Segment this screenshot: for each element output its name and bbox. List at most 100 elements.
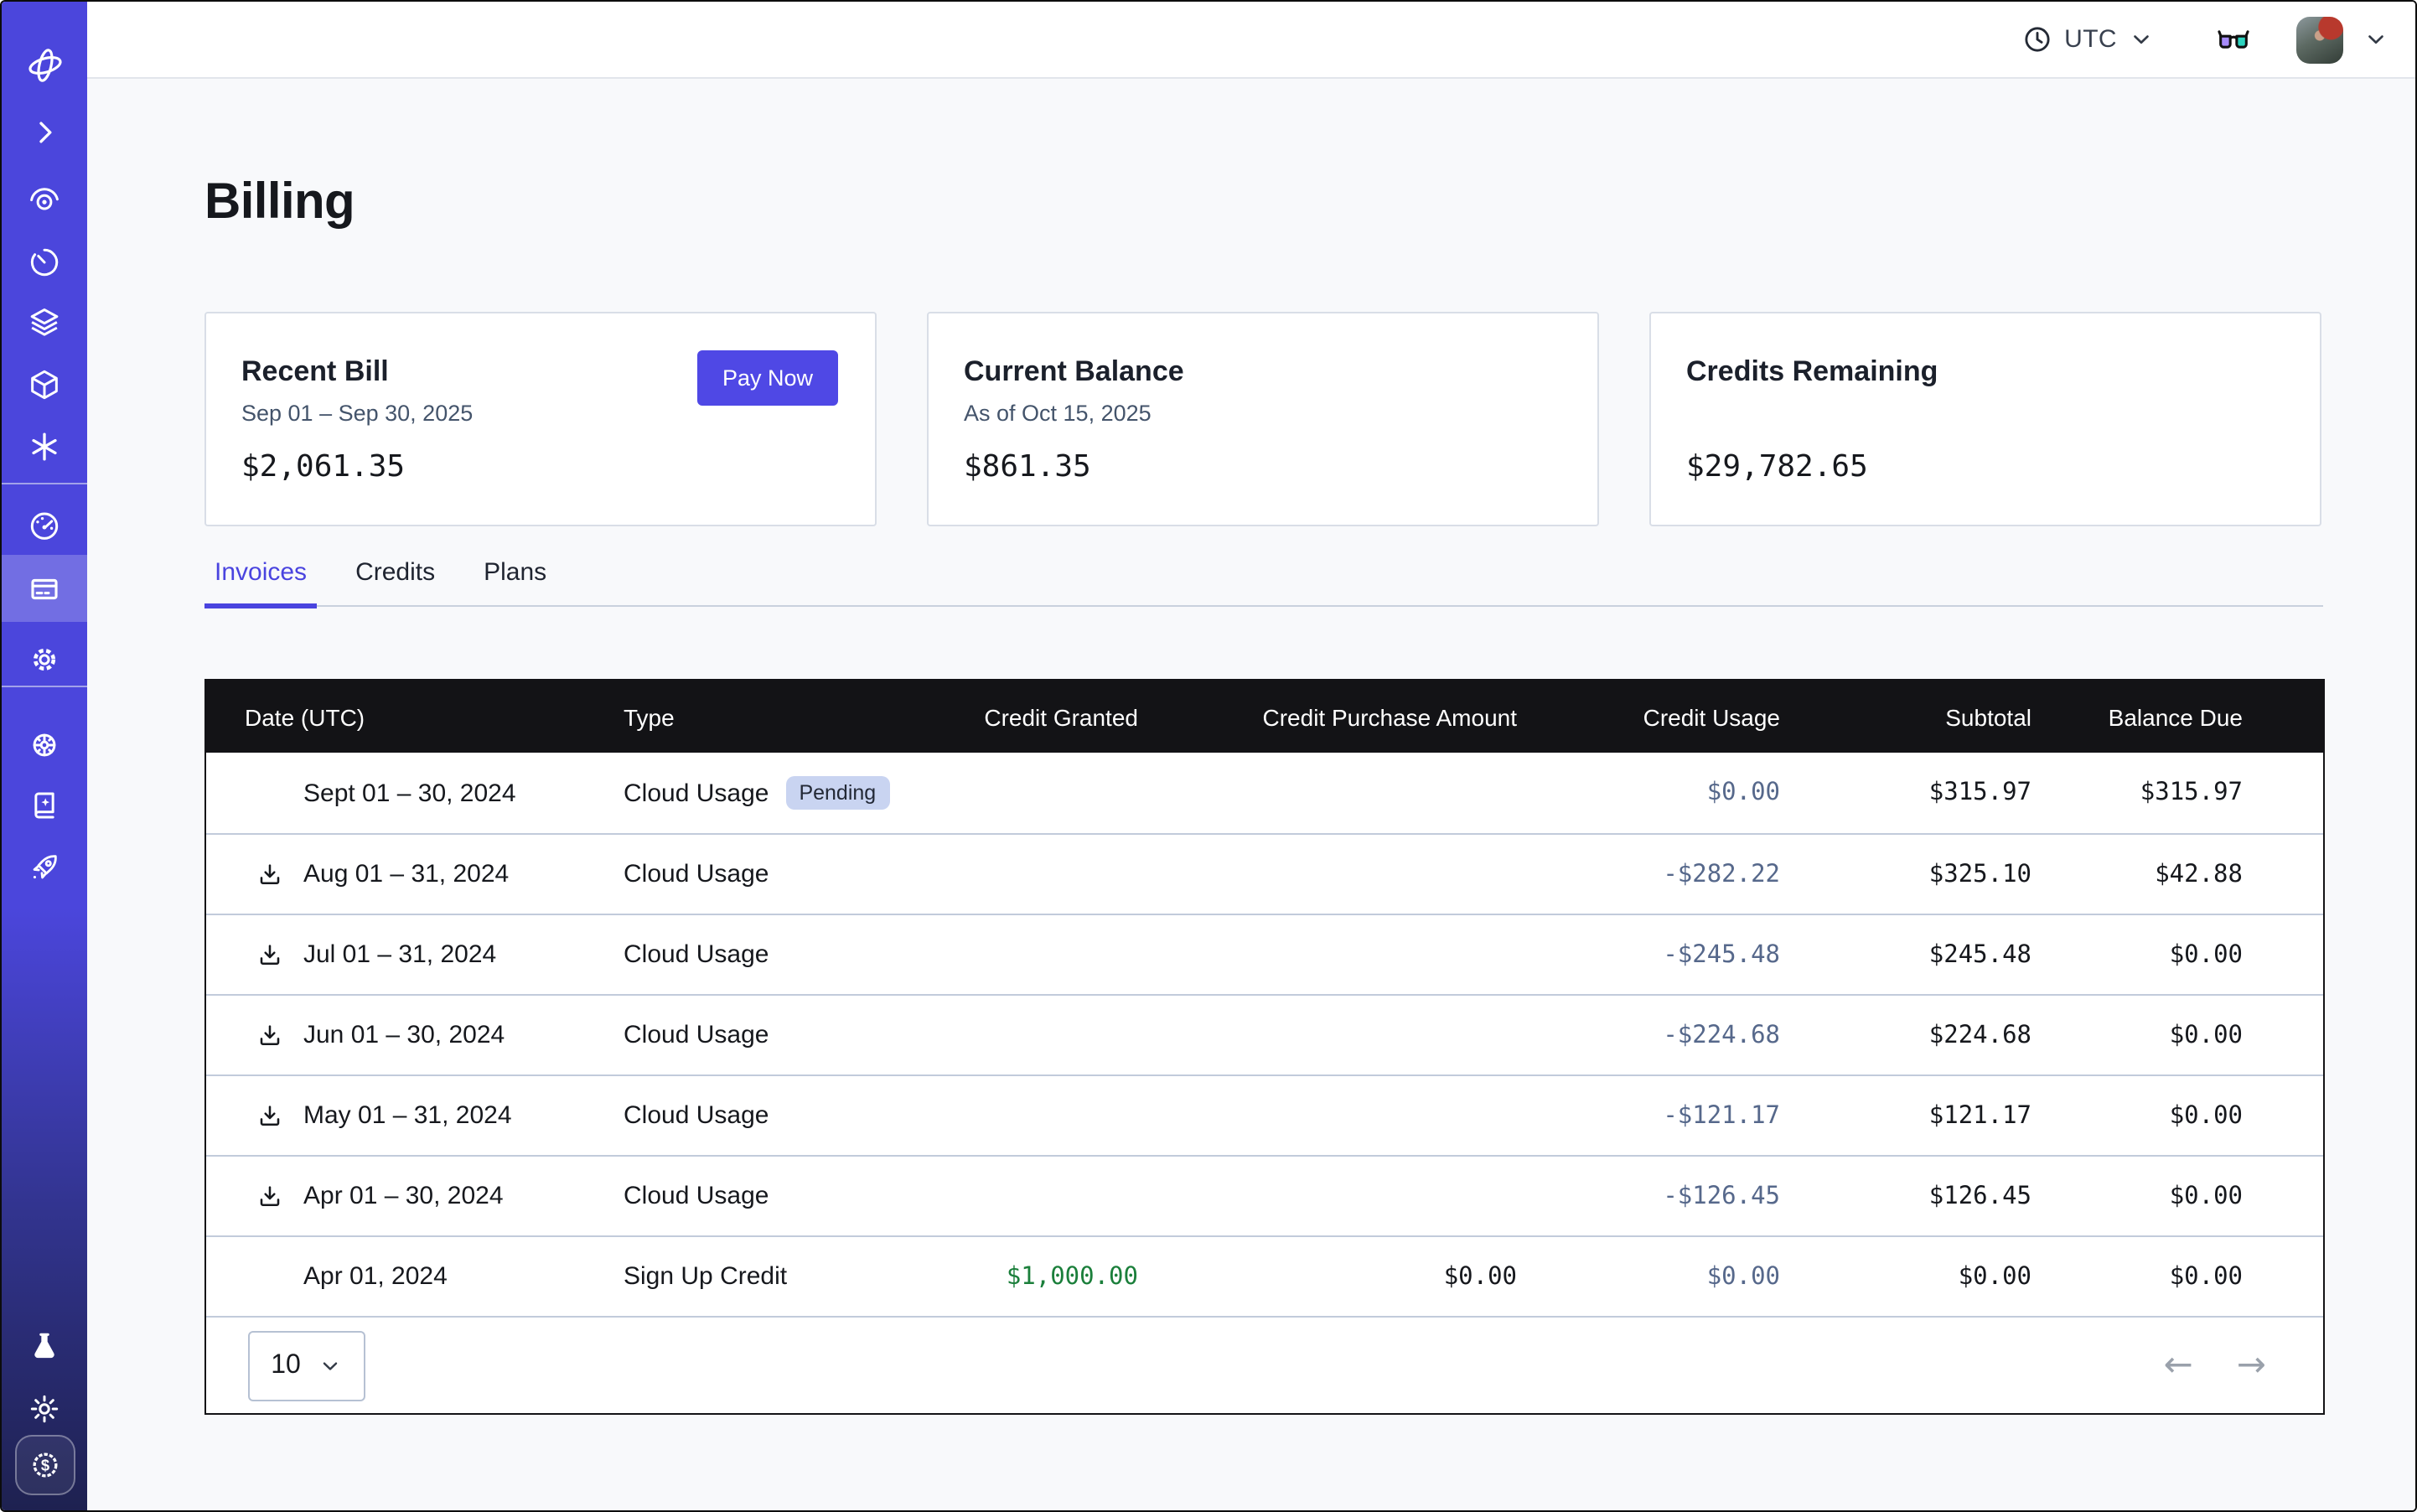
card-title: Credits Remaining bbox=[1686, 355, 1938, 389]
amount-cell: -$245.48 bbox=[1517, 941, 1780, 968]
date-cell: May 01 – 31, 2024 bbox=[206, 1101, 624, 1130]
cube-icon[interactable] bbox=[2, 354, 87, 414]
type-cell: Sign Up Credit bbox=[624, 1262, 920, 1291]
next-page-arrow-right-icon[interactable]: → bbox=[2237, 1348, 2266, 1383]
user-menu-chevron-down-icon[interactable] bbox=[2363, 27, 2389, 52]
dashboard-gauge-icon[interactable] bbox=[2, 495, 87, 555]
topbar: UTC bbox=[87, 2, 2415, 79]
table-row: Apr 01, 2024Sign Up Credit$1,000.00$0.00… bbox=[206, 1235, 2323, 1316]
user-avatar[interactable] bbox=[2296, 16, 2343, 63]
card-subtitle: As of Oct 15, 2025 bbox=[964, 401, 1152, 426]
card-subtitle: Sep 01 – Sep 30, 2025 bbox=[241, 401, 473, 426]
settings-gear-icon[interactable] bbox=[2, 629, 87, 689]
date-cell: Sept 01 – 30, 2024 bbox=[206, 779, 624, 807]
invoices-table: Date (UTC) Type Credit Granted Credit Pu… bbox=[204, 679, 2325, 1415]
billing-page: $ UTC Bil bbox=[0, 0, 2417, 1512]
amount-cell: $0.00 bbox=[2031, 1022, 2323, 1049]
column-header: Subtotal bbox=[1780, 703, 2031, 730]
timezone-selector[interactable]: UTC bbox=[2021, 23, 2154, 55]
dollar-badge-button[interactable]: $ bbox=[15, 1435, 75, 1495]
type-cell: Cloud Usage bbox=[624, 940, 920, 969]
column-header: Credit Granted bbox=[920, 703, 1138, 730]
amount-cell: $0.00 bbox=[2031, 941, 2323, 968]
column-header: Type bbox=[624, 703, 920, 730]
chevron-down-icon bbox=[2129, 27, 2154, 52]
table-footer: 10 ← → bbox=[206, 1316, 2323, 1413]
pay-now-button[interactable]: Pay Now bbox=[697, 350, 838, 406]
amount-cell: $0.00 bbox=[2031, 1263, 2323, 1290]
amount-cell: $315.97 bbox=[2031, 779, 2323, 806]
timer-icon[interactable] bbox=[2, 231, 87, 292]
sidebar: $ bbox=[2, 2, 87, 1510]
clock-icon bbox=[2021, 23, 2052, 55]
card-amount: $2,061.35 bbox=[241, 449, 405, 484]
docs-book-icon[interactable] bbox=[2, 774, 87, 835]
summary-cards: Recent Bill Sep 01 – Sep 30, 2025 $2,061… bbox=[204, 312, 2323, 526]
amount-cell: -$224.68 bbox=[1517, 1022, 1780, 1049]
card-title: Current Balance bbox=[964, 355, 1184, 389]
rocket-icon[interactable] bbox=[2, 836, 87, 897]
type-cell: Cloud UsagePending bbox=[624, 776, 920, 810]
amount-cell: $245.48 bbox=[1780, 941, 2031, 968]
table-row: Sept 01 – 30, 2024Cloud UsagePending $0.0… bbox=[206, 753, 2323, 833]
page-size-select[interactable]: 10 bbox=[248, 1330, 365, 1401]
amount-cell: $0.00 bbox=[1517, 1263, 1780, 1290]
previous-page-arrow-left-icon[interactable]: ← bbox=[2164, 1348, 2193, 1383]
column-header: Date (UTC) bbox=[206, 703, 624, 730]
download-invoice-icon[interactable] bbox=[256, 1102, 283, 1129]
chevron-down-icon bbox=[319, 1354, 343, 1377]
type-cell: Cloud Usage bbox=[624, 1182, 920, 1210]
download-invoice-icon[interactable] bbox=[256, 1183, 283, 1209]
amount-cell: -$121.17 bbox=[1517, 1102, 1780, 1129]
date-cell: Jun 01 – 30, 2024 bbox=[206, 1021, 624, 1049]
amount-cell: $0.00 bbox=[1780, 1263, 2031, 1290]
flask-icon[interactable] bbox=[2, 1316, 87, 1376]
current-balance-card: Current Balance As of Oct 15, 2025 $861.… bbox=[927, 312, 1599, 526]
amount-cell: $0.00 bbox=[2031, 1183, 2323, 1209]
timezone-label: UTC bbox=[2064, 25, 2117, 54]
amount-cell: $0.00 bbox=[1138, 1263, 1517, 1290]
date-cell: Apr 01, 2024 bbox=[206, 1262, 624, 1291]
table-header: Date (UTC) Type Credit Granted Credit Pu… bbox=[206, 681, 2323, 753]
amount-cell: $1,000.00 bbox=[920, 1263, 1138, 1290]
brightness-sun-icon[interactable] bbox=[2, 1378, 87, 1438]
glasses-icon[interactable] bbox=[2214, 20, 2253, 59]
amount-cell: -$126.45 bbox=[1517, 1183, 1780, 1209]
table-row: May 01 – 31, 2024Cloud Usage -$121.17$121… bbox=[206, 1074, 2323, 1155]
type-cell: Cloud Usage bbox=[624, 860, 920, 888]
billing-tabs: Invoices Credits Plans bbox=[204, 558, 2323, 607]
logo-orbit-icon[interactable] bbox=[2, 35, 87, 96]
asterisk-icon[interactable] bbox=[2, 416, 87, 476]
svg-text:$: $ bbox=[41, 1457, 49, 1474]
download-invoice-icon[interactable] bbox=[256, 1022, 283, 1049]
invoice-table-body: Sept 01 – 30, 2024Cloud UsagePending $0.0… bbox=[206, 753, 2323, 1316]
sidebar-item-billing[interactable] bbox=[2, 558, 87, 619]
download-invoice-icon[interactable] bbox=[256, 941, 283, 968]
table-row: Apr 01 – 30, 2024Cloud Usage-$126.45$126… bbox=[206, 1155, 2323, 1235]
tab-plans[interactable]: Plans bbox=[474, 558, 556, 605]
card-amount: $29,782.65 bbox=[1686, 449, 1868, 484]
collapse-chevron-right-icon[interactable] bbox=[2, 102, 87, 163]
page-size-value: 10 bbox=[271, 1350, 301, 1380]
pagination-arrows: ← → bbox=[2164, 1348, 2266, 1383]
tab-invoices[interactable]: Invoices bbox=[204, 558, 317, 605]
amount-cell: $0.00 bbox=[1517, 779, 1780, 806]
type-cell: Cloud Usage bbox=[624, 1101, 920, 1130]
tab-credits[interactable]: Credits bbox=[345, 558, 445, 605]
download-invoice-icon[interactable] bbox=[256, 861, 283, 888]
date-cell: Jul 01 – 31, 2024 bbox=[206, 940, 624, 969]
column-header: Credit Usage bbox=[1517, 703, 1780, 730]
card-amount: $861.35 bbox=[964, 449, 1091, 484]
amount-cell: $315.97 bbox=[1780, 779, 2031, 806]
date-cell: Apr 01 – 30, 2024 bbox=[206, 1182, 624, 1210]
credits-remaining-card: Credits Remaining $29,782.65 bbox=[1649, 312, 2321, 526]
sidebar-divider bbox=[2, 483, 87, 484]
amount-cell: $121.17 bbox=[1780, 1102, 2031, 1129]
sidebar-divider bbox=[2, 686, 87, 687]
amount-cell: $42.88 bbox=[2031, 861, 2323, 888]
layers-icon[interactable] bbox=[2, 292, 87, 352]
support-wheel-icon[interactable] bbox=[2, 714, 87, 774]
observe-eye-icon[interactable] bbox=[2, 169, 87, 230]
amount-cell: $224.68 bbox=[1780, 1022, 2031, 1049]
amount-cell: -$282.22 bbox=[1517, 861, 1780, 888]
